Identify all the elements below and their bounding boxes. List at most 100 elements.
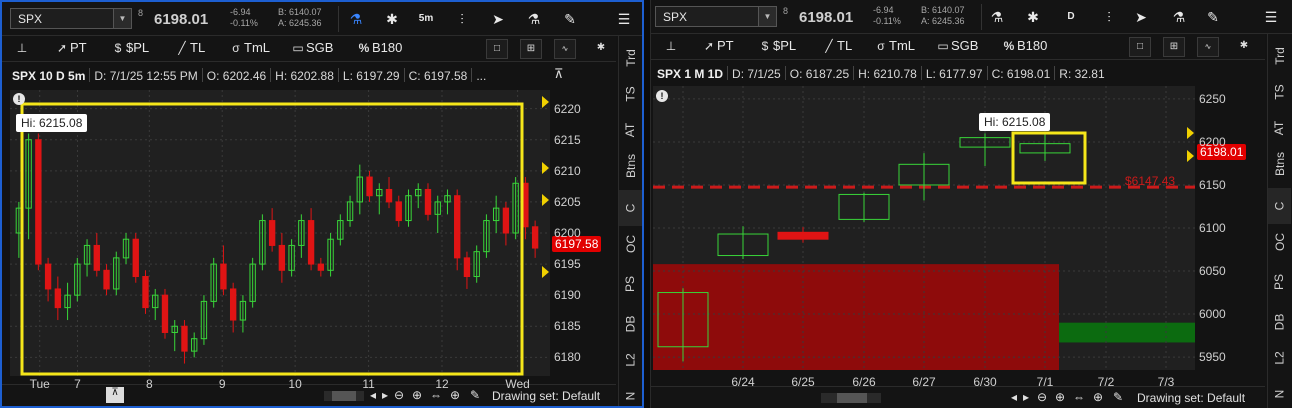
chevron-down-icon[interactable]: ▼ xyxy=(758,7,776,26)
tab-trd[interactable]: Trd xyxy=(619,40,642,76)
x-tick-label: 7/3 xyxy=(1157,375,1175,389)
tool-pointer[interactable]: ➚ PT xyxy=(54,40,87,58)
tab-c[interactable]: C xyxy=(1268,188,1291,224)
tab-l2[interactable]: L2 xyxy=(619,342,642,378)
tab-n[interactable]: N xyxy=(1268,376,1291,408)
tool-sgb[interactable]: ▭ SGB xyxy=(935,38,978,56)
left-info-strip: SPX 10 D 5m D: 7/1/25 12:55 PM O: 6202.46 H… xyxy=(12,68,486,86)
pin-icon[interactable]: ⊥ xyxy=(14,40,30,58)
fit-icon[interactable]: ⊕ xyxy=(1093,390,1103,404)
beaker-icon[interactable]: ⚗ xyxy=(1167,5,1191,29)
tab-trd-label: Trd xyxy=(623,49,638,67)
candle-body xyxy=(395,201,402,222)
scroll-thumb[interactable] xyxy=(837,393,867,403)
settings-gear-icon[interactable]: ✱ xyxy=(590,39,612,59)
drawing-tools-icon[interactable]: ✎ xyxy=(558,7,582,31)
left-aggregation[interactable]: 5m xyxy=(414,7,438,31)
studies-button[interactable]: ∿ xyxy=(1197,37,1219,57)
tab-ts[interactable]: TS xyxy=(1268,74,1291,110)
tool-pointer[interactable]: ➚ PT xyxy=(701,38,734,56)
right-chart-area[interactable]: ! Hi: 6215.08 $6147.43 xyxy=(653,86,1195,370)
settings-gear-icon[interactable]: ✱ xyxy=(1233,37,1255,57)
square-button[interactable]: □ xyxy=(486,39,508,59)
tool-price-level[interactable]: $ $PL xyxy=(757,38,796,56)
collapse-icon[interactable]: ⊼ xyxy=(554,66,564,82)
drawing-tools-icon[interactable]: ✎ xyxy=(1201,5,1225,29)
tab-btns[interactable]: Btns xyxy=(1268,146,1291,182)
cursor-icon[interactable]: ➤ xyxy=(486,7,510,31)
scroll-thumb[interactable] xyxy=(332,391,356,401)
fit-icon[interactable]: ⊕ xyxy=(450,388,460,402)
tab-ps[interactable]: PS xyxy=(619,266,642,302)
right-aggregation[interactable]: D xyxy=(1059,5,1083,29)
tab-db[interactable]: DB xyxy=(619,306,642,342)
left-symbol-selector[interactable]: SPX ▼ xyxy=(10,8,132,29)
chevron-down-icon[interactable]: ▼ xyxy=(113,9,131,28)
right-drawing-set[interactable]: Drawing set: Default xyxy=(1137,391,1245,405)
left-drawing-set[interactable]: Drawing set: Default xyxy=(492,389,600,403)
square-button[interactable]: □ xyxy=(1129,37,1151,57)
beaker-icon[interactable]: ⚗ xyxy=(522,7,546,31)
zoom-in-icon[interactable]: ⊕ xyxy=(1055,390,1065,404)
pin-icon[interactable]: ⊥ xyxy=(663,38,679,56)
tab-n[interactable]: N xyxy=(619,378,642,406)
expand-icon[interactable]: ⊼ xyxy=(106,387,124,403)
zoom-out-icon[interactable]: ⊖ xyxy=(1037,390,1047,404)
tool-timeline[interactable]: σ TmL xyxy=(228,40,270,58)
gear-icon[interactable]: ✱ xyxy=(1021,5,1045,29)
tool-trendline[interactable]: ╱ TL xyxy=(174,40,205,58)
scroll-left-icon[interactable]: ◂ xyxy=(1011,390,1017,404)
alert-icon[interactable]: ! xyxy=(656,90,668,102)
grid-button[interactable]: ⊞ xyxy=(1163,37,1185,57)
tool-trendline-label: TL xyxy=(837,38,853,53)
tool-trendline[interactable]: ╱ TL xyxy=(821,38,852,56)
zoom-in-icon[interactable]: ⊕ xyxy=(412,388,422,402)
drawing-set-icon[interactable]: ✎ xyxy=(470,388,480,402)
left-drawing-toolbar: ⊥ ➚ PT $ $PL ╱ TL σ TmL ▭ SGB % B180 □ ⊞ ∿ ✱ xyxy=(2,36,616,62)
candle-style-icon[interactable]: ⫶ xyxy=(450,7,474,31)
tab-db[interactable]: DB xyxy=(1268,304,1291,340)
x-tick-label: 11 xyxy=(362,377,375,391)
link-icon[interactable]: 8 xyxy=(138,8,143,18)
candle-style-icon[interactable]: ⫶ xyxy=(1097,5,1121,29)
tool-price-level[interactable]: $ $PL xyxy=(110,40,149,58)
pan-icon[interactable]: ⇔ xyxy=(1073,390,1085,404)
tab-oc-label: OC xyxy=(1272,233,1287,251)
tab-at[interactable]: AT xyxy=(1268,110,1291,146)
tab-oc[interactable]: OC xyxy=(619,226,642,262)
cursor-icon[interactable]: ➤ xyxy=(1129,5,1153,29)
drawing-set-icon[interactable]: ✎ xyxy=(1113,390,1123,404)
tab-btns[interactable]: Btns xyxy=(619,148,642,184)
scroll-right-icon[interactable]: ▸ xyxy=(1023,390,1029,404)
left-chart-area[interactable]: ! Hi: 6215.08 xyxy=(10,90,550,376)
left-scrollbar[interactable] xyxy=(324,391,364,401)
alert-icon[interactable]: ! xyxy=(13,93,25,105)
right-symbol-selector[interactable]: SPX ▼ xyxy=(655,6,777,27)
tool-timeline[interactable]: σ TmL xyxy=(873,38,915,56)
scroll-right-icon[interactable]: ▸ xyxy=(382,388,388,402)
right-scrollbar[interactable] xyxy=(821,393,881,403)
grid-button[interactable]: ⊞ xyxy=(520,39,542,59)
menu-icon[interactable]: ☰ xyxy=(1259,5,1283,29)
tab-l2[interactable]: L2 xyxy=(1268,340,1291,376)
tab-oc[interactable]: OC xyxy=(1268,224,1291,260)
left-top-toolbar: SPX ▼ 8 6198.01 -6.94 -0.11% B: 6140.07 … xyxy=(2,2,642,36)
tab-ps[interactable]: PS xyxy=(1268,264,1291,300)
right-chart-panel: SPX ▼ 8 6198.01 -6.94 -0.11% B: 6140.07 … xyxy=(650,0,1292,408)
menu-icon[interactable]: ☰ xyxy=(612,7,636,31)
tab-trd[interactable]: Trd xyxy=(1268,38,1291,74)
tab-at[interactable]: AT xyxy=(619,112,642,148)
tab-c[interactable]: C xyxy=(619,190,642,226)
studies-button[interactable]: ∿ xyxy=(554,39,576,59)
link-icon[interactable]: 8 xyxy=(783,6,788,16)
flask-icon[interactable]: ⚗ xyxy=(985,5,1009,29)
tool-b180[interactable]: % B180 xyxy=(356,40,403,58)
flask-icon[interactable]: ⚗ xyxy=(344,7,368,31)
gear-icon[interactable]: ✱ xyxy=(380,7,404,31)
tab-ts[interactable]: TS xyxy=(619,76,642,112)
x-tick-label: 6/27 xyxy=(912,375,936,389)
tool-sgb[interactable]: ▭ SGB xyxy=(290,40,333,58)
zoom-out-icon[interactable]: ⊖ xyxy=(394,388,404,402)
left-info-more[interactable]: ... xyxy=(476,69,486,83)
tool-b180[interactable]: % B180 xyxy=(1001,38,1048,56)
